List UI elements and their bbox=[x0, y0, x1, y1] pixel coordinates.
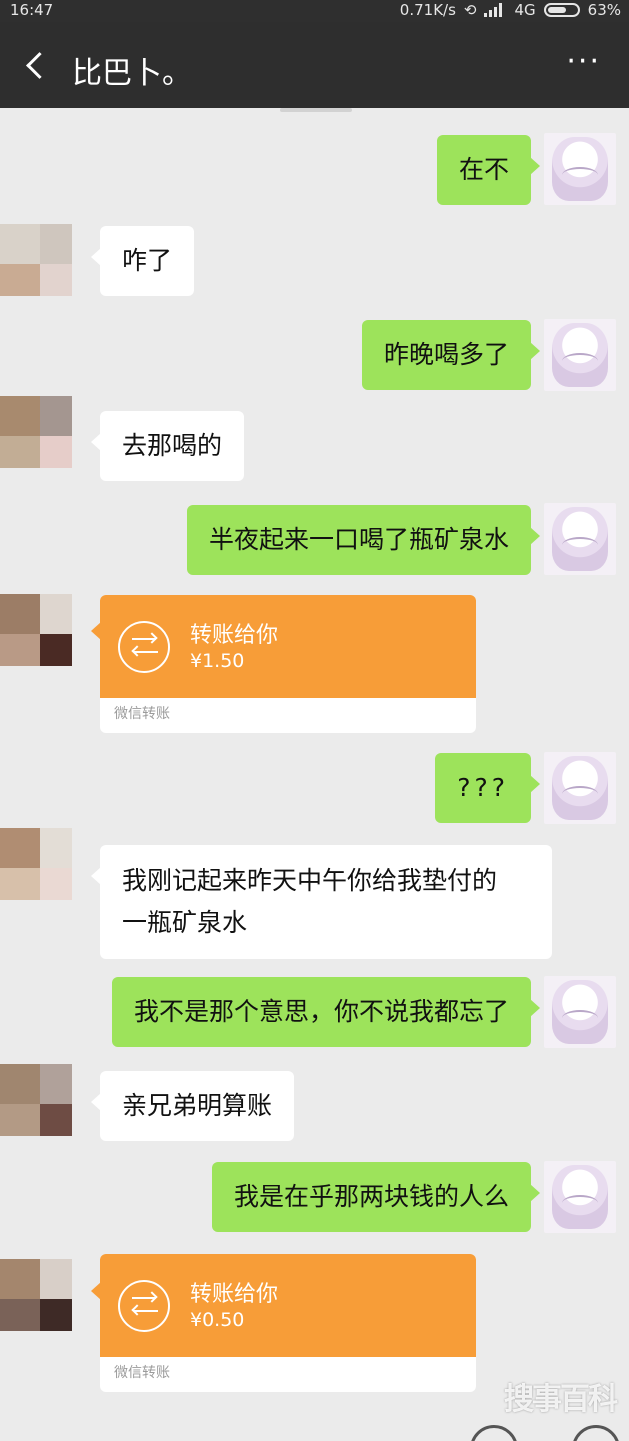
my-avatar[interactable] bbox=[544, 752, 616, 824]
my-avatar[interactable] bbox=[544, 976, 616, 1048]
my-avatar[interactable] bbox=[544, 1161, 616, 1233]
voice-input-icon[interactable] bbox=[470, 1425, 518, 1441]
more-dots-icon[interactable]: ··· bbox=[566, 47, 601, 77]
message-bubble-sent[interactable]: 我不是那个意思，你不说我都忘了 bbox=[111, 977, 541, 1047]
friend-avatar[interactable] bbox=[0, 224, 72, 296]
my-avatar[interactable] bbox=[544, 133, 616, 205]
message-line: 一瓶矿泉水 bbox=[122, 908, 248, 937]
friend-avatar[interactable] bbox=[0, 1064, 72, 1136]
status-time: 16:47 bbox=[10, 1, 54, 19]
alarm-icon: ⟲ bbox=[463, 1, 477, 19]
chat-title: 比巴卜。 bbox=[72, 56, 192, 91]
my-avatar[interactable] bbox=[544, 503, 616, 575]
message-line: 我刚记起来昨天中午你给我垫付的 bbox=[122, 866, 498, 895]
message-bubble-sent[interactable]: 在不 bbox=[436, 135, 541, 205]
message-bubble-sent[interactable]: ??? bbox=[435, 753, 540, 823]
message-bubble-received[interactable]: 去那喝的 bbox=[90, 411, 245, 481]
message-bubble-sent[interactable]: 昨晚喝多了 bbox=[361, 320, 541, 390]
friend-avatar[interactable] bbox=[0, 594, 72, 666]
transfer-arrows-icon bbox=[118, 621, 170, 673]
transfer-amount: ¥0.50 bbox=[190, 1309, 245, 1331]
transfer-footer: 微信转账 bbox=[114, 706, 170, 722]
message-bubble-received[interactable]: 咋了 bbox=[90, 226, 195, 296]
friend-avatar[interactable] bbox=[0, 396, 72, 468]
transfer-card[interactable]: 转账给你 ¥1.50 微信转账 bbox=[100, 595, 476, 733]
signal-icon bbox=[484, 3, 506, 17]
network-type: 4G bbox=[514, 1, 536, 19]
pull-handle bbox=[280, 108, 352, 112]
message-bubble-sent[interactable]: 我是在乎那两块钱的人么 bbox=[211, 1162, 541, 1232]
battery-icon bbox=[543, 3, 580, 17]
transfer-label: 转账给你 bbox=[190, 1282, 279, 1307]
message-bubble-received[interactable]: 亲兄弟明算账 bbox=[90, 1071, 295, 1141]
transfer-card[interactable]: 转账给你 ¥0.50 微信转账 bbox=[100, 1254, 476, 1392]
status-right: 0.71K/s ⟲ 4G 63% bbox=[400, 1, 621, 19]
friend-avatar[interactable] bbox=[0, 828, 72, 900]
status-bar: 16:47 0.71K/s ⟲ 4G 63% bbox=[0, 0, 629, 22]
chat-header: 比巴卜。 ··· bbox=[0, 22, 629, 108]
my-avatar[interactable] bbox=[544, 319, 616, 391]
network-speed: 0.71K/s bbox=[399, 1, 456, 19]
transfer-footer: 微信转账 bbox=[114, 1365, 170, 1381]
message-bubble-received[interactable]: 我刚记起来昨天中午你给我垫付的 一瓶矿泉水 bbox=[91, 845, 552, 959]
back-chevron-icon[interactable] bbox=[22, 50, 48, 80]
message-bubble-sent[interactable]: 半夜起来一口喝了瓶矿泉水 bbox=[186, 505, 541, 575]
friend-avatar[interactable] bbox=[0, 1259, 72, 1331]
transfer-label: 转账给你 bbox=[190, 623, 279, 648]
emoji-icon[interactable] bbox=[572, 1425, 620, 1441]
watermark-logo: 搜事百科 bbox=[504, 1382, 618, 1417]
transfer-amount: ¥1.50 bbox=[190, 650, 245, 672]
transfer-arrows-icon bbox=[118, 1280, 170, 1332]
battery-level: 63% bbox=[587, 1, 621, 19]
